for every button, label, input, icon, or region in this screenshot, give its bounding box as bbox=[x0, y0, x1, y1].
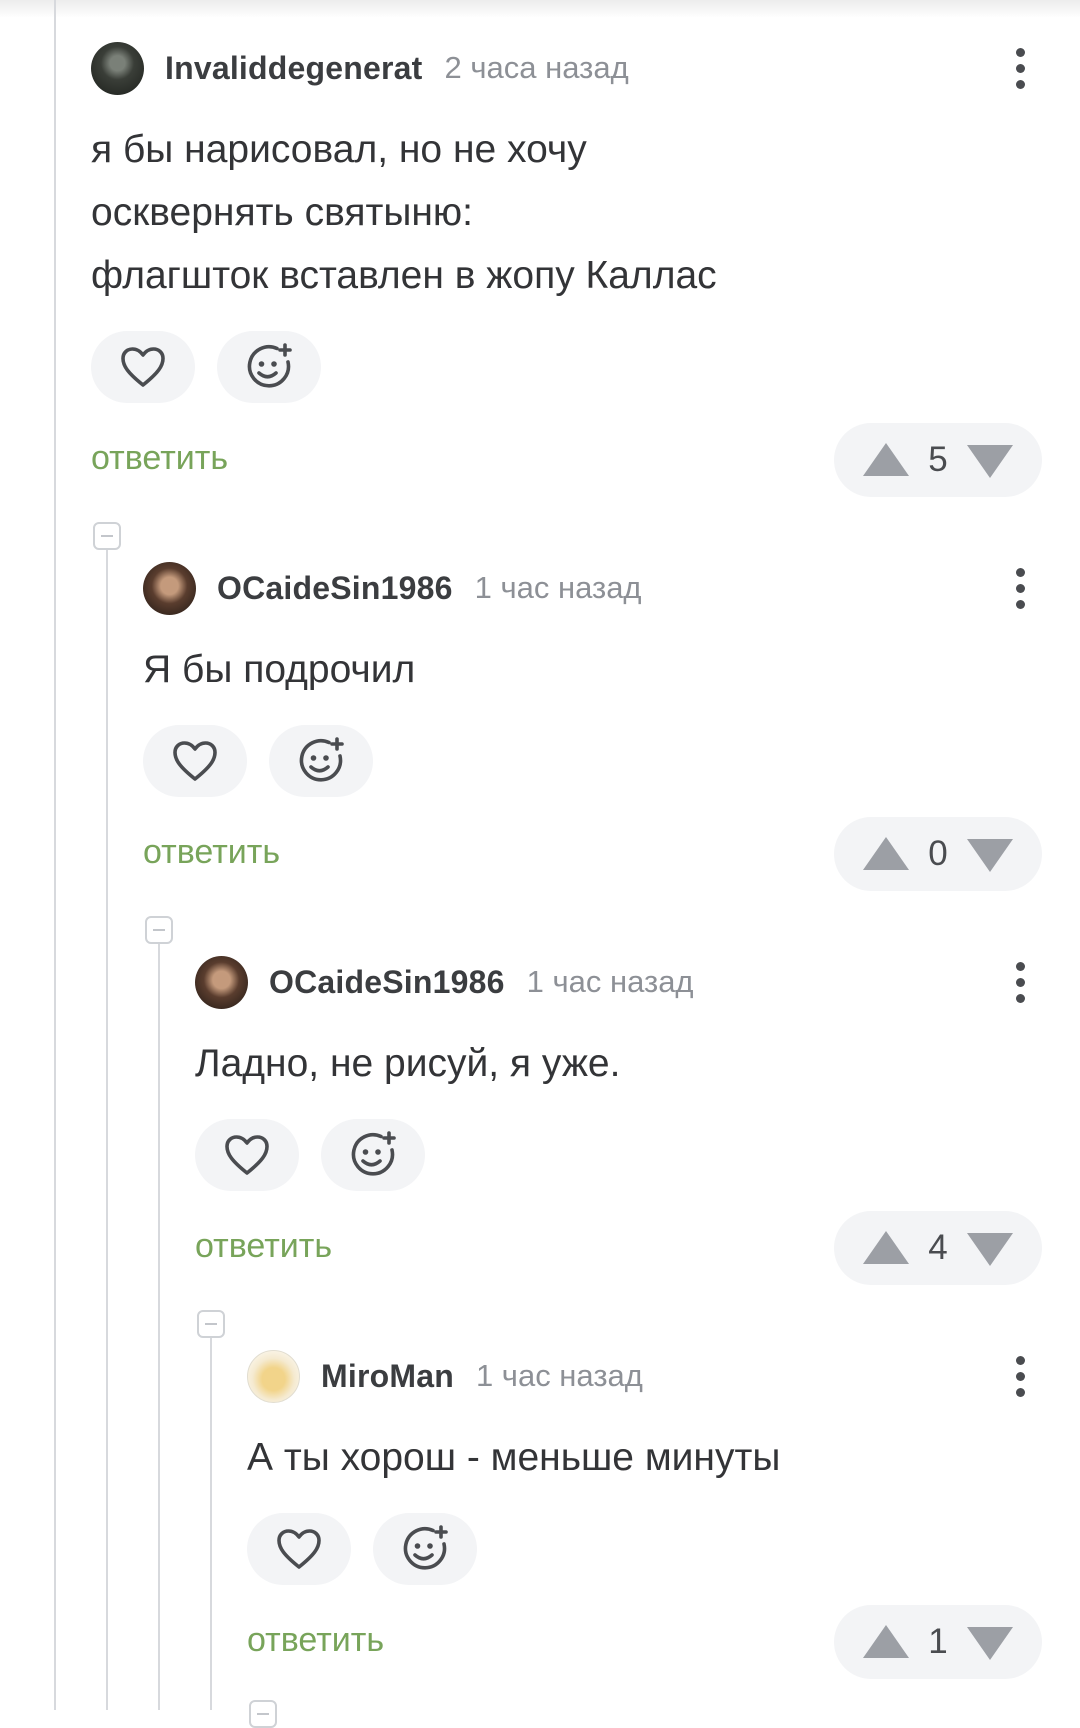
like-button[interactable] bbox=[195, 1119, 299, 1191]
more-vertical-icon[interactable] bbox=[998, 46, 1042, 90]
vote-score: 4 bbox=[928, 1228, 948, 1267]
more-vertical-icon[interactable] bbox=[998, 1354, 1042, 1398]
triangle-up-icon[interactable] bbox=[863, 1624, 909, 1658]
comment-actions: ответить 1 bbox=[247, 1605, 1042, 1679]
triangle-down-icon[interactable] bbox=[967, 838, 1013, 872]
vote-score: 5 bbox=[928, 440, 948, 479]
reply-link[interactable]: ответить bbox=[247, 1621, 384, 1660]
timestamp: 1 час назад bbox=[526, 964, 694, 999]
thread-line-level-1 bbox=[106, 550, 108, 1710]
heart-icon bbox=[173, 741, 217, 781]
comment-header: OCaideSin1986 1 час назад bbox=[143, 560, 1042, 616]
triangle-down-icon[interactable] bbox=[967, 1626, 1013, 1660]
triangle-up-icon[interactable] bbox=[863, 1230, 909, 1264]
add-reaction-button[interactable] bbox=[321, 1119, 425, 1191]
vote-control: 5 bbox=[834, 423, 1042, 497]
reaction-bar bbox=[195, 1119, 1042, 1191]
reaction-bar bbox=[143, 725, 1042, 797]
like-button[interactable] bbox=[143, 725, 247, 797]
collapse-minus-icon[interactable] bbox=[145, 916, 173, 944]
reply-link[interactable]: ответить bbox=[91, 439, 228, 478]
triangle-down-icon[interactable] bbox=[967, 444, 1013, 478]
username[interactable]: OCaideSin1986 bbox=[217, 570, 453, 607]
emoji-add-icon bbox=[403, 1525, 448, 1570]
comment: MiroMan 1 час назад А ты хорош - меньше … bbox=[247, 1348, 1042, 1679]
thread-line-level-0 bbox=[54, 0, 56, 1710]
comment-text: Ладно, не рисуй, я уже. bbox=[195, 1042, 621, 1085]
thread-line-level-3 bbox=[210, 1338, 212, 1710]
triangle-up-icon[interactable] bbox=[863, 836, 909, 870]
comment-actions: ответить 4 bbox=[195, 1211, 1042, 1285]
add-reaction-button[interactable] bbox=[217, 331, 321, 403]
like-button[interactable] bbox=[91, 331, 195, 403]
comment-actions: ответить 5 bbox=[91, 423, 1042, 497]
collapse-minus-icon[interactable] bbox=[197, 1310, 225, 1338]
comment: OCaideSin1986 1 час назад Ладно, не рису… bbox=[195, 954, 1042, 1285]
top-scroll-shadow bbox=[0, 0, 1080, 18]
comment: Invaliddegenerat 2 часа назад я бы нарис… bbox=[91, 40, 1042, 497]
add-reaction-button[interactable] bbox=[269, 725, 373, 797]
avatar[interactable] bbox=[247, 1349, 300, 1403]
vote-control: 1 bbox=[834, 1605, 1042, 1679]
comment-header: OCaideSin1986 1 час назад bbox=[195, 954, 1042, 1010]
emoji-add-icon bbox=[351, 1131, 396, 1176]
comment-actions: ответить 0 bbox=[143, 817, 1042, 891]
reply-link[interactable]: ответить bbox=[195, 1227, 332, 1266]
avatar[interactable] bbox=[195, 955, 248, 1009]
reaction-bar bbox=[247, 1513, 1042, 1585]
comment-header: Invaliddegenerat 2 часа назад bbox=[91, 40, 1042, 96]
reaction-bar bbox=[91, 331, 1042, 403]
collapse-minus-icon[interactable] bbox=[249, 1700, 277, 1728]
username[interactable]: Invaliddegenerat bbox=[165, 50, 423, 87]
like-button[interactable] bbox=[247, 1513, 351, 1585]
more-vertical-icon[interactable] bbox=[998, 960, 1042, 1004]
heart-icon bbox=[277, 1529, 321, 1569]
comment-header: MiroMan 1 час назад bbox=[247, 1348, 1042, 1404]
avatar[interactable] bbox=[91, 41, 144, 95]
username[interactable]: MiroMan bbox=[321, 1358, 454, 1395]
thread-line-level-2 bbox=[158, 944, 160, 1710]
triangle-up-icon[interactable] bbox=[863, 442, 909, 476]
timestamp: 1 час назад bbox=[475, 1358, 643, 1393]
collapse-minus-icon[interactable] bbox=[93, 522, 121, 550]
username[interactable]: OCaideSin1986 bbox=[269, 964, 505, 1001]
reply-link[interactable]: ответить bbox=[143, 833, 280, 872]
comment: OCaideSin1986 1 час назад Я бы подрочил … bbox=[143, 560, 1042, 891]
vote-control: 0 bbox=[834, 817, 1042, 891]
timestamp: 1 час назад bbox=[474, 570, 642, 605]
avatar[interactable] bbox=[143, 561, 196, 615]
comment-text: я бы нарисовал, но не хочу осквернять св… bbox=[91, 128, 717, 297]
heart-icon bbox=[225, 1135, 269, 1175]
more-vertical-icon[interactable] bbox=[998, 566, 1042, 610]
vote-score: 1 bbox=[928, 1622, 948, 1661]
emoji-add-icon bbox=[299, 737, 344, 782]
triangle-down-icon[interactable] bbox=[967, 1232, 1013, 1266]
heart-icon bbox=[121, 347, 165, 387]
emoji-add-icon bbox=[247, 343, 292, 388]
comment-text: А ты хорош - меньше минуты bbox=[247, 1436, 781, 1479]
add-reaction-button[interactable] bbox=[373, 1513, 477, 1585]
comment-text: Я бы подрочил bbox=[143, 648, 416, 691]
timestamp: 2 часа назад bbox=[444, 50, 629, 85]
vote-control: 4 bbox=[834, 1211, 1042, 1285]
vote-score: 0 bbox=[928, 834, 948, 873]
